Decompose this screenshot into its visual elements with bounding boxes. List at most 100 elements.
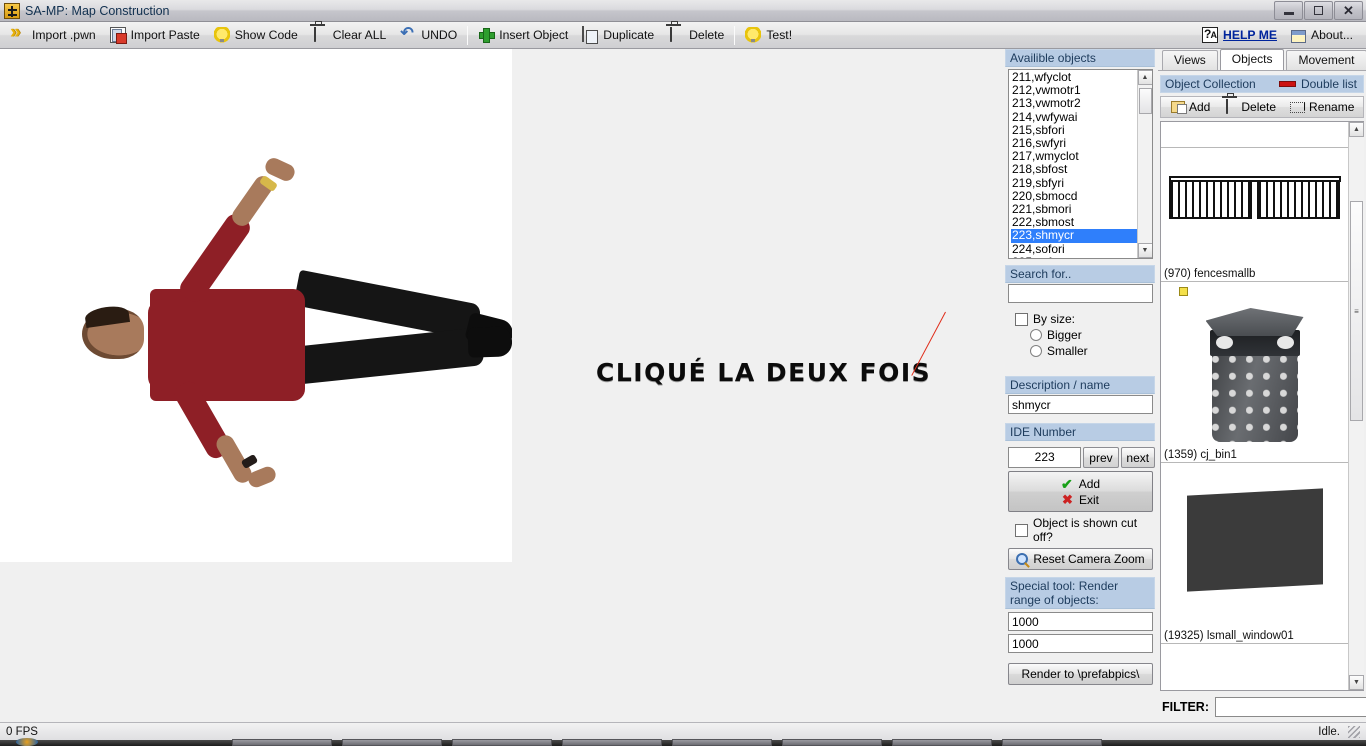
by-size-checkbox[interactable] [1015,312,1028,326]
prev-button[interactable]: prev [1083,447,1119,468]
taskbar-item[interactable] [452,739,552,746]
available-object-item[interactable]: 224,sofori [1011,242,1137,256]
filter-row: FILTER: ⌫ [1162,697,1366,717]
minimize-button[interactable] [1274,1,1303,20]
test-button[interactable]: Test! [738,24,799,47]
thumbnail-item[interactable]: (19325) lsmall_window01 [1161,463,1348,644]
available-object-item[interactable]: 218,sbfost [1011,163,1137,176]
collection-delete-button[interactable]: Delete [1224,99,1276,115]
available-object-item[interactable]: 214,vwfywai [1011,110,1137,124]
available-objects-header: Availible objects [1005,49,1155,67]
available-objects-items[interactable]: 211,wfyclot 212,vwmotr1 213,vwmotr2 214,vwf… [1009,70,1137,258]
fps-indicator: 0 FPS [6,725,38,738]
undo-button[interactable]: UNDO [393,23,464,47]
scroll-thumb[interactable]: ≡ [1350,201,1363,421]
clear-all-label: Clear ALL [332,28,387,42]
about-button[interactable]: About... [1284,24,1360,47]
thumbnail-item[interactable]: (970) fencesmallb [1161,148,1348,282]
tab-objects[interactable]: Objects [1219,49,1285,70]
3d-viewport[interactable] [0,49,512,562]
taskbar-item[interactable] [892,739,992,746]
available-object-item[interactable]: 225,sofost [1011,255,1137,258]
scroll-down-arrow[interactable]: ▼ [1349,675,1364,690]
taskbar-item[interactable] [1002,739,1102,746]
bigger-label: Bigger [1047,328,1082,342]
render-range-input-1[interactable] [1008,612,1153,631]
available-object-item[interactable]: 213,vwmotr2 [1011,97,1137,110]
add-exit-button-group[interactable]: ✔ Add ✖ Exit [1008,471,1153,512]
thumbnail-blank-top[interactable] [1161,122,1348,148]
bigger-radio-row[interactable]: Bigger [1030,328,1155,342]
available-object-item[interactable]: 219,sbfyri [1011,176,1137,190]
trash-icon [312,27,328,43]
taskbar-item[interactable] [342,739,442,746]
thumbnail-items[interactable]: (970) fencesmallb (1359) cj_bin1 (19325)… [1161,122,1348,690]
scroll-down-arrow[interactable]: ▼ [1137,243,1152,258]
thumbnail-item[interactable]: (1359) cj_bin1 [1161,282,1348,463]
bulb-icon [213,27,230,43]
duplicate-button[interactable]: Duplicate [575,24,661,47]
cutoff-checkbox[interactable] [1015,523,1028,537]
scroll-track[interactable] [1137,85,1152,243]
collection-rename-button[interactable]: Rename [1290,100,1354,114]
duplicate-icon [582,26,598,43]
about-label: About... [1310,28,1353,42]
maximize-button[interactable] [1304,1,1333,20]
resize-grip[interactable] [1348,725,1360,738]
taskbar-item[interactable] [672,739,772,746]
filter-input[interactable] [1214,697,1366,717]
next-button[interactable]: next [1120,447,1155,468]
import-paste-button[interactable]: Import Paste [103,24,207,47]
insert-object-button[interactable]: Insert Object [471,24,575,47]
collection-add-label: Add [1189,100,1211,114]
show-code-button[interactable]: Show Code [207,24,305,47]
thumbnail-list[interactable]: (970) fencesmallb (1359) cj_bin1 (19325)… [1160,121,1364,691]
objects-list-scrollbar[interactable]: ▲ ▼ [1137,70,1152,258]
close-button[interactable]: ✕ [1334,1,1363,20]
help-me-button[interactable]: HELP ME [1195,24,1284,47]
search-header: Search for.. [1005,265,1155,283]
start-button[interactable] [16,738,38,746]
ide-number-input[interactable]: 223 [1008,447,1082,468]
bin-object-preview [1205,304,1304,444]
import-pwn-button[interactable]: Import .pwn [4,22,103,47]
taskbar-item[interactable] [232,739,332,746]
trash-icon [1224,99,1237,115]
scroll-thumb[interactable] [1138,88,1152,114]
thumbnail-scrollbar[interactable]: ▲ ≡ ▼ [1348,122,1364,690]
tab-movement[interactable]: Movement [1286,50,1366,70]
add-label: Add [1078,476,1101,491]
add-button[interactable]: ✔ Add [1061,477,1100,491]
tab-views[interactable]: Views [1162,50,1218,70]
taskbar-item[interactable] [562,739,662,746]
delete-button[interactable]: Delete [661,24,731,47]
scroll-track[interactable]: ≡ [1349,137,1364,675]
panel-tabs[interactable]: Views Objects Movement [1158,49,1366,70]
bigger-radio[interactable] [1030,329,1042,341]
clear-all-button[interactable]: Clear ALL [305,24,394,47]
window-controls: ✕ [1274,1,1363,20]
smaller-radio-row[interactable]: Smaller [1030,344,1155,358]
smaller-radio[interactable] [1030,345,1042,357]
show-code-label: Show Code [234,28,298,42]
help-icon [1202,27,1219,43]
by-size-checkbox-row[interactable]: By size: [1015,312,1155,326]
collection-add-button[interactable]: Add [1171,100,1210,114]
import-icon [10,22,27,44]
taskbar-item[interactable] [782,739,882,746]
search-input[interactable] [1008,284,1153,303]
available-object-item[interactable]: 223,shmycr [1011,229,1137,243]
render-range-input-2[interactable] [1008,634,1153,653]
available-objects-list[interactable]: 211,wfyclot 212,vwmotr1 213,vwmotr2 214,vwf… [1008,69,1153,259]
double-list-toggle[interactable]: Double list [1278,77,1357,91]
exit-button[interactable]: ✖ Exit [1062,493,1099,507]
thumbnail-blank-bottom[interactable] [1161,644,1348,684]
object-collection-header: Object Collection Double list [1160,75,1364,93]
render-to-prefabpics-button[interactable]: Render to \prefabpics\ [1008,663,1153,685]
description-input[interactable] [1008,395,1153,414]
by-size-label: By size: [1033,312,1076,326]
cutoff-checkbox-row[interactable]: Object is shown cut off? [1015,516,1155,544]
scroll-up-arrow[interactable]: ▲ [1349,122,1364,137]
reset-camera-zoom-button[interactable]: Reset Camera Zoom [1008,548,1153,570]
scroll-up-arrow[interactable]: ▲ [1137,70,1152,85]
